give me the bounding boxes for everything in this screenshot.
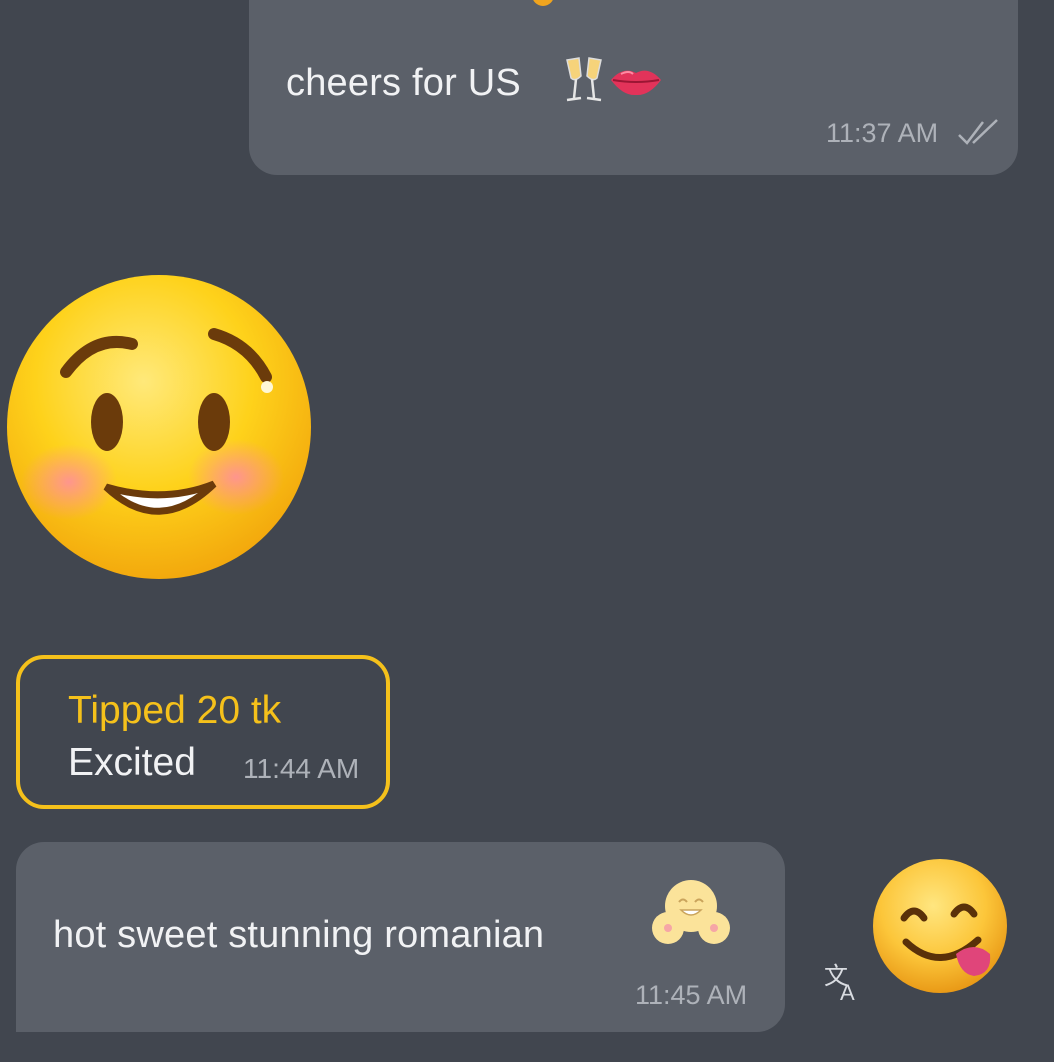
champagne-glasses-icon (566, 57, 602, 102)
tip-subtitle: Excited (68, 741, 196, 784)
lips-icon (611, 70, 661, 96)
blushing-face-icon (652, 880, 730, 944)
face-savoring-food-icon[interactable] (870, 856, 1010, 996)
outgoing-message-time: 11:37 AM (826, 118, 939, 148)
partial-emoji-icon (532, 0, 554, 6)
incoming-message-time: 11:45 AM (635, 980, 748, 1010)
tip-title: Tipped 20 tk (68, 689, 282, 732)
double-check-icon (958, 119, 998, 145)
tip-notification[interactable]: Tipped 20 tk Excited 11:44 AM (16, 655, 390, 809)
outgoing-message-text: cheers for US (286, 62, 521, 104)
incoming-message-bubble[interactable]: hot sweet stunning romanian 11:45 AM (16, 842, 785, 1032)
svg-text:A: A (840, 980, 855, 1004)
smiling-blushing-face-icon[interactable] (4, 272, 314, 582)
translate-icon[interactable]: 文 A (822, 962, 868, 1004)
incoming-message-text: hot sweet stunning romanian (53, 914, 545, 956)
tip-time: 11:44 AM (243, 753, 360, 784)
outgoing-message-bubble[interactable]: cheers for US 11:37 AM (249, 0, 1018, 175)
